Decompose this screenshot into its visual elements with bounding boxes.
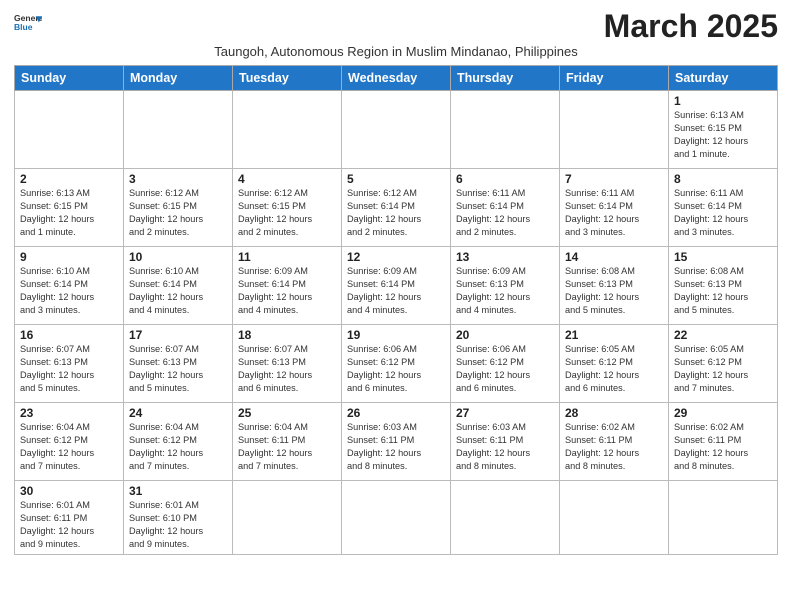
header-tuesday: Tuesday: [233, 66, 342, 91]
empty-cell: [342, 91, 451, 169]
day-10: 10 Sunrise: 6:10 AMSunset: 6:14 PMDaylig…: [124, 247, 233, 325]
day-11: 11 Sunrise: 6:09 AMSunset: 6:14 PMDaylig…: [233, 247, 342, 325]
empty-cell: [342, 481, 451, 555]
header-sunday: Sunday: [15, 66, 124, 91]
day-29: 29 Sunrise: 6:02 AMSunset: 6:11 PMDaylig…: [669, 403, 778, 481]
header-wednesday: Wednesday: [342, 66, 451, 91]
day-22: 22 Sunrise: 6:05 AMSunset: 6:12 PMDaylig…: [669, 325, 778, 403]
calendar-row-3: 9 Sunrise: 6:10 AMSunset: 6:14 PMDayligh…: [15, 247, 778, 325]
day-23: 23 Sunrise: 6:04 AMSunset: 6:12 PMDaylig…: [15, 403, 124, 481]
calendar-row-5: 23 Sunrise: 6:04 AMSunset: 6:12 PMDaylig…: [15, 403, 778, 481]
day-12: 12 Sunrise: 6:09 AMSunset: 6:14 PMDaylig…: [342, 247, 451, 325]
day-31: 31 Sunrise: 6:01 AMSunset: 6:10 PMDaylig…: [124, 481, 233, 555]
empty-cell: [233, 481, 342, 555]
header-monday: Monday: [124, 66, 233, 91]
day-6: 6 Sunrise: 6:11 AMSunset: 6:14 PMDayligh…: [451, 169, 560, 247]
calendar-row-1: 1 Sunrise: 6:13 AMSunset: 6:15 PMDayligh…: [15, 91, 778, 169]
day-1: 1 Sunrise: 6:13 AMSunset: 6:15 PMDayligh…: [669, 91, 778, 169]
calendar-subtitle: Taungoh, Autonomous Region in Muslim Min…: [14, 44, 778, 59]
month-title: March 2025: [604, 10, 778, 42]
day-2: 2 Sunrise: 6:13 AMSunset: 6:15 PMDayligh…: [15, 169, 124, 247]
calendar-row-2: 2 Sunrise: 6:13 AMSunset: 6:15 PMDayligh…: [15, 169, 778, 247]
day-25: 25 Sunrise: 6:04 AMSunset: 6:11 PMDaylig…: [233, 403, 342, 481]
day-5: 5 Sunrise: 6:12 AMSunset: 6:14 PMDayligh…: [342, 169, 451, 247]
calendar-page: General Blue March 2025 Taungoh, Autonom…: [0, 0, 792, 612]
empty-cell: [669, 481, 778, 555]
day-1-info: Sunrise: 6:13 AMSunset: 6:15 PMDaylight:…: [674, 110, 748, 159]
day-16: 16 Sunrise: 6:07 AMSunset: 6:13 PMDaylig…: [15, 325, 124, 403]
calendar-row-4: 16 Sunrise: 6:07 AMSunset: 6:13 PMDaylig…: [15, 325, 778, 403]
day-17: 17 Sunrise: 6:07 AMSunset: 6:13 PMDaylig…: [124, 325, 233, 403]
day-24: 24 Sunrise: 6:04 AMSunset: 6:12 PMDaylig…: [124, 403, 233, 481]
svg-text:Blue: Blue: [14, 22, 33, 32]
day-15: 15 Sunrise: 6:08 AMSunset: 6:13 PMDaylig…: [669, 247, 778, 325]
calendar-row-6: 30 Sunrise: 6:01 AMSunset: 6:11 PMDaylig…: [15, 481, 778, 555]
header-thursday: Thursday: [451, 66, 560, 91]
empty-cell: [451, 481, 560, 555]
header-friday: Friday: [560, 66, 669, 91]
day-9: 9 Sunrise: 6:10 AMSunset: 6:14 PMDayligh…: [15, 247, 124, 325]
day-4: 4 Sunrise: 6:12 AMSunset: 6:15 PMDayligh…: [233, 169, 342, 247]
day-18: 18 Sunrise: 6:07 AMSunset: 6:13 PMDaylig…: [233, 325, 342, 403]
day-7: 7 Sunrise: 6:11 AMSunset: 6:14 PMDayligh…: [560, 169, 669, 247]
calendar-table: Sunday Monday Tuesday Wednesday Thursday…: [14, 65, 778, 555]
day-14: 14 Sunrise: 6:08 AMSunset: 6:13 PMDaylig…: [560, 247, 669, 325]
empty-cell: [233, 91, 342, 169]
logo-area: General Blue: [14, 10, 42, 38]
day-13: 13 Sunrise: 6:09 AMSunset: 6:13 PMDaylig…: [451, 247, 560, 325]
day-20: 20 Sunrise: 6:06 AMSunset: 6:12 PMDaylig…: [451, 325, 560, 403]
empty-cell: [451, 91, 560, 169]
day-3: 3 Sunrise: 6:12 AMSunset: 6:15 PMDayligh…: [124, 169, 233, 247]
empty-cell: [15, 91, 124, 169]
generalblue-logo-icon: General Blue: [14, 10, 42, 38]
header: General Blue March 2025: [14, 10, 778, 42]
weekday-header-row: Sunday Monday Tuesday Wednesday Thursday…: [15, 66, 778, 91]
empty-cell: [124, 91, 233, 169]
day-21: 21 Sunrise: 6:05 AMSunset: 6:12 PMDaylig…: [560, 325, 669, 403]
empty-cell: [560, 481, 669, 555]
empty-cell: [560, 91, 669, 169]
day-27: 27 Sunrise: 6:03 AMSunset: 6:11 PMDaylig…: [451, 403, 560, 481]
header-saturday: Saturday: [669, 66, 778, 91]
day-8: 8 Sunrise: 6:11 AMSunset: 6:14 PMDayligh…: [669, 169, 778, 247]
day-28: 28 Sunrise: 6:02 AMSunset: 6:11 PMDaylig…: [560, 403, 669, 481]
day-26: 26 Sunrise: 6:03 AMSunset: 6:11 PMDaylig…: [342, 403, 451, 481]
day-19: 19 Sunrise: 6:06 AMSunset: 6:12 PMDaylig…: [342, 325, 451, 403]
day-30: 30 Sunrise: 6:01 AMSunset: 6:11 PMDaylig…: [15, 481, 124, 555]
